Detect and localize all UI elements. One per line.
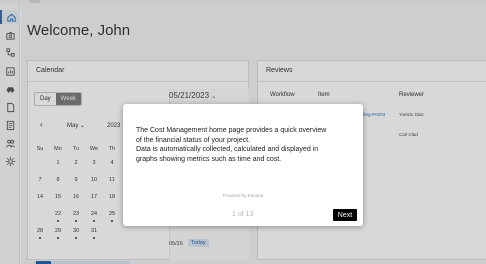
- tour-pager: 1 of 13: [232, 211, 254, 218]
- tour-message: The Cost Management home page provides a…: [136, 126, 356, 164]
- next-button[interactable]: Next: [333, 209, 357, 221]
- tour-line: Data is automatically collected, calcula…: [136, 146, 319, 153]
- tour-line: The Cost Management home page provides a…: [136, 127, 327, 134]
- powered-by-label: Powered by Kanaria: [222, 193, 264, 198]
- tour-line: graphs showing metrics such as time and …: [136, 155, 282, 163]
- tour-dialog: The Cost Management home page provides a…: [123, 104, 363, 226]
- tour-line: of the financial status of your project.: [136, 136, 251, 144]
